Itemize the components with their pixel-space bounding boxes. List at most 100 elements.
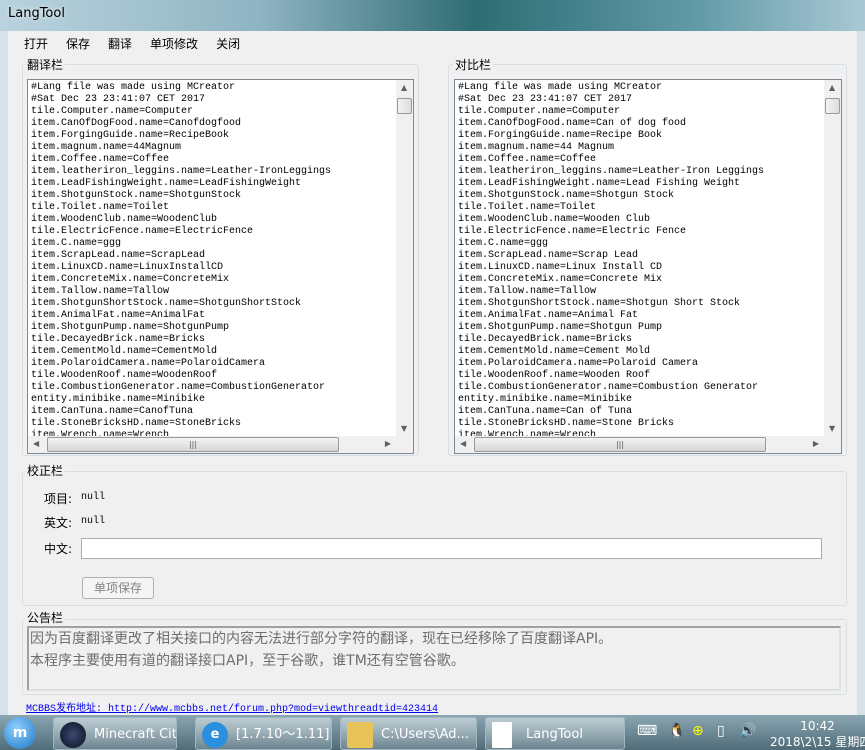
text-line: item.Tallow.name=Tallow [458, 286, 597, 297]
menu-open[interactable]: 打开 [8, 32, 56, 54]
text-line: tile.CombustionGenerator.name=Combustion… [31, 382, 326, 393]
translate-text: #Lang file was made using MCreator #Sat D… [31, 82, 331, 442]
text-line: item.Tallow.name=Tallow [31, 286, 170, 297]
network-icon[interactable]: ▯ [717, 723, 725, 739]
scroll-thumb[interactable] [397, 98, 412, 114]
vertical-scrollbar[interactable]: ▲ ▼ [824, 80, 841, 436]
chinese-input[interactable] [81, 538, 822, 559]
text-line: tile.ElectricFence.name=ElectricFence [31, 226, 254, 237]
chinese-label: 中文: [44, 542, 73, 556]
notice-group-label: 公告栏 [25, 609, 66, 626]
text-line: item.CanTuna.name=CanofTuna [31, 406, 194, 417]
keyboard-icon[interactable]: ⌨ [637, 723, 657, 739]
start-button[interactable]: m [4, 717, 36, 749]
scroll-left-icon[interactable]: ◀ [460, 439, 466, 448]
text-line: item.CementMold.name=Cement Mold [458, 346, 651, 357]
compare-text: #Lang file was made using MCreator #Sat D… [458, 82, 764, 442]
task-minecraft[interactable]: Minecraft Cit... [53, 717, 177, 750]
text-line: item.C.name=ggg [31, 238, 122, 249]
text-line: item.ShotgunShortStock.name=Shotgun Shor… [458, 298, 741, 309]
text-line: entity.minibike.name=Minibike [458, 394, 633, 405]
scroll-thumb[interactable]: ||| [474, 437, 766, 452]
notice-textarea[interactable]: 因为百度翻译更改了相关接口的内容无法进行部分字符的翻译，现在已经移除了百度翻译A… [27, 626, 841, 691]
folder-icon [347, 722, 373, 748]
text-line: #Lang file was made using MCreator [31, 82, 236, 93]
text-line: tile.WoodenRoof.name=Wooden Roof [458, 370, 651, 381]
menu-translate[interactable]: 翻译 [98, 32, 140, 54]
horizontal-scrollbar[interactable]: ◀ ||| ▶ [455, 436, 841, 453]
text-line: item.Coffee.name=Coffee [458, 154, 597, 165]
scroll-thumb[interactable] [825, 98, 840, 114]
text-line: item.ShotgunShortStock.name=ShotgunShort… [31, 298, 302, 309]
task-browser[interactable]: e [1.7.10～1.11]... [195, 717, 332, 750]
text-line: item.LinuxCD.name=LinuxInstallCD [31, 262, 224, 273]
correction-group-label: 校正栏 [25, 462, 66, 479]
text-line: item.ShotgunPump.name=ShotgunPump [31, 322, 230, 333]
menu-bar: 打开 保存 翻译 单项修改 关闭 [8, 32, 248, 54]
text-line: item.WoodenClub.name=WoodenClub [31, 214, 218, 225]
volume-icon[interactable]: 🔊 [739, 723, 756, 739]
scroll-up-icon[interactable]: ▲ [401, 83, 407, 92]
text-line: tile.Toilet.name=Toilet [458, 202, 597, 213]
ie-icon: e [202, 722, 228, 748]
scroll-thumb[interactable]: ||| [47, 437, 339, 452]
scroll-left-icon[interactable]: ◀ [33, 439, 39, 448]
vertical-scrollbar[interactable]: ▲ ▼ [396, 80, 413, 436]
title-bar[interactable]: LangTool [0, 0, 865, 31]
text-line: item.LeadFishingWeight.name=LeadFishingW… [31, 178, 302, 189]
compare-textarea[interactable]: #Lang file was made using MCreator #Sat D… [454, 79, 842, 454]
mcbbs-link[interactable]: MCBBS发布地址: http://www.mcbbs.net/forum.ph… [26, 699, 438, 715]
window-title: LangTool [8, 6, 65, 21]
text-line: item.PolaroidCamera.name=Polaroid Camera [458, 358, 699, 369]
scroll-down-icon[interactable]: ▼ [401, 424, 407, 433]
text-line: item.WoodenClub.name=Wooden Club [458, 214, 651, 225]
notice-line: 本程序主要使用有道的翻译接口API，至于谷歌，谁TM还有空管谷歌。 [30, 653, 465, 669]
text-line: item.C.name=ggg [458, 238, 549, 249]
task-explorer[interactable]: C:\Users\Ad... [340, 717, 477, 750]
scroll-up-icon[interactable]: ▲ [829, 83, 835, 92]
taskbar: m Minecraft Cit... e[1.7.10～1.11]... C:\… [0, 715, 865, 750]
text-line: tile.Toilet.name=Toilet [31, 202, 170, 213]
scroll-right-icon[interactable]: ▶ [385, 439, 391, 448]
notice-line: 因为百度翻译更改了相关接口的内容无法进行部分字符的翻译，现在已经移除了百度翻译A… [30, 631, 613, 647]
text-line: #Sat Dec 23 23:41:07 CET 2017 [458, 94, 633, 105]
add-icon[interactable]: ⊕ [692, 723, 704, 739]
file-icon [492, 722, 512, 748]
text-line: item.CanOfDogFood.name=Canofdogfood [31, 118, 242, 129]
horizontal-scrollbar[interactable]: ◀ ||| ▶ [28, 436, 413, 453]
english-value: null [81, 516, 106, 527]
scroll-right-icon[interactable]: ▶ [813, 439, 819, 448]
text-line: item.CanTuna.name=Can of Tuna [458, 406, 633, 417]
text-line: item.ConcreteMix.name=ConcreteMix [31, 274, 230, 285]
clock[interactable]: 10:42 2018\2\15 星期四 [770, 718, 865, 750]
text-line: item.ShotgunStock.name=ShotgunStock [31, 190, 242, 201]
text-line: tile.ElectricFence.name=Electric Fence [458, 226, 687, 237]
text-line: item.CementMold.name=CementMold [31, 346, 218, 357]
translate-textarea[interactable]: #Lang file was made using MCreator #Sat D… [27, 79, 414, 454]
text-line: item.PolaroidCamera.name=PolaroidCamera [31, 358, 266, 369]
menu-edit-item[interactable]: 单项修改 [140, 32, 206, 54]
text-line: #Lang file was made using MCreator [458, 82, 663, 93]
text-line: item.AnimalFat.name=AnimalFat [31, 310, 206, 321]
text-line: item.LinuxCD.name=Linux Install CD [458, 262, 663, 273]
text-line: item.leatheriron_leggins.name=Leather-Ir… [31, 166, 332, 177]
scroll-down-icon[interactable]: ▼ [829, 424, 835, 433]
menu-close[interactable]: 关闭 [206, 32, 248, 54]
text-line: item.ShotgunPump.name=Shotgun Pump [458, 322, 663, 333]
text-line: item.magnum.name=44 Magnum [458, 142, 615, 153]
text-line: item.ShotgunStock.name=Shotgun Stock [458, 190, 675, 201]
text-line: item.leatheriron_leggins.name=Leather-Ir… [458, 166, 765, 177]
text-line: item.CanOfDogFood.name=Can of dog food [458, 118, 687, 129]
compare-group-label: 对比栏 [453, 56, 494, 73]
text-line: tile.Computer.name=Computer [31, 106, 194, 117]
qq-icon[interactable]: 🐧 [668, 723, 685, 739]
text-line: tile.DecayedBrick.name=Bricks [458, 334, 633, 345]
text-line: #Sat Dec 23 23:41:07 CET 2017 [31, 94, 206, 105]
menu-save[interactable]: 保存 [56, 32, 98, 54]
text-line: tile.CombustionGenerator.name=Combustion… [458, 382, 759, 393]
save-item-button[interactable]: 单项保存 [82, 577, 154, 599]
text-line: entity.minibike.name=Minibike [31, 394, 206, 405]
text-line: item.ScrapLead.name=Scrap Lead [458, 250, 639, 261]
text-line: item.ForgingGuide.name=RecipeBook [31, 130, 230, 141]
task-langtool[interactable]: LangTool [485, 717, 625, 750]
